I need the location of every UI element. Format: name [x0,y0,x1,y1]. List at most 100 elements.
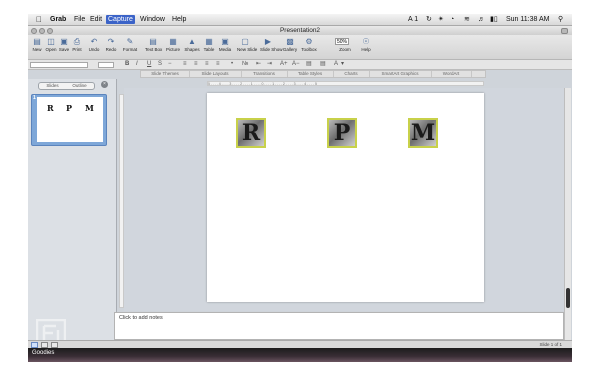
elements-gallery-tabs: Slide Themes Slide Layouts Transitions T… [140,70,486,78]
slide-image-letter-m[interactable]: M [408,118,438,148]
menu-app-grab[interactable]: Grab [48,15,68,24]
increase-indent-icon[interactable]: ⇥ [267,60,272,69]
dock-label[interactable]: Goodies [32,350,54,356]
decrease-indent-icon[interactable]: ⇤ [256,60,261,69]
picture-button[interactable]: ▦ Picture [165,36,181,58]
minimize-window-button[interactable] [39,27,45,34]
menu-edit[interactable]: Edit [88,15,104,24]
formatting-toolbar: B I U S − ≡ ≡ ≡ ≡ • № ⇤ ⇥ A+ A− ▤ ▤ A ▾ [28,60,572,70]
menu-file[interactable]: File [72,15,87,24]
slide-editing-area[interactable]: R P M [124,88,567,311]
slide-image-letter-p[interactable]: P [327,118,357,148]
table-button[interactable]: ▦ Table [201,36,217,58]
slide-show-icon: ▶ [264,37,272,46]
media-button[interactable]: ▣ Media [217,36,233,58]
close-window-button[interactable] [31,27,37,34]
underline-icon[interactable]: U [147,60,151,69]
tab-charts[interactable]: Charts [333,71,370,77]
scrollbar-knob[interactable] [566,288,570,308]
slide-canvas[interactable]: R P M [207,93,484,302]
print-button[interactable]: ⎙ Print [69,36,85,58]
tab-transitions[interactable]: Transitions [241,71,288,77]
slides-pane: Slides Outline × 1 R P M [28,79,117,349]
zoom-window-button[interactable] [47,27,53,34]
spotlight-search-icon[interactable]: ⚲ [558,15,563,24]
menu-clock[interactable]: Sun 11:38 AM [506,15,549,24]
pane-view-switch: Slides Outline [38,82,95,90]
slide-show-button[interactable]: ▶ Slide Show [260,36,283,58]
font-color-chevron-icon[interactable]: ▾ [341,60,344,69]
font-color-icon[interactable]: A [334,60,338,69]
time-machine-icon[interactable]: ◔ [450,15,454,24]
undo-icon: ↶ [90,37,98,46]
redo-button[interactable]: ↷ Redo [103,36,119,58]
zoom-field[interactable]: 50% [335,38,349,45]
keyboard-input-status[interactable]: A 1 [408,15,418,24]
letter-p-glyph: P [333,120,351,146]
align-left-icon[interactable]: ≡ [183,60,187,69]
horizontal-ruler[interactable]: 5 . . . . 4 . . . . 3 . . . . 2 . . . . … [207,81,484,86]
bold-icon[interactable]: B [125,60,129,69]
dock-strip: Goodies [28,348,572,362]
align-right-icon[interactable]: ≡ [205,60,209,69]
vertical-scrollbar[interactable] [564,88,571,342]
thumbnail-letter-r: R [47,103,54,113]
align-center-icon[interactable]: ≡ [194,60,198,69]
save-disk-icon: ▣ [60,37,68,46]
slide-thumbnail-number: 1 [33,95,36,101]
tab-slide-layouts[interactable]: Slide Layouts [189,71,242,77]
slide-image-letter-r[interactable]: R [236,118,266,148]
zoom-button[interactable]: Zoom [337,46,353,58]
font-size-field[interactable] [98,61,114,68]
bullets-icon[interactable]: • [231,60,233,69]
menu-window[interactable]: Window [138,15,167,24]
fill-icon[interactable]: ▤ [320,60,326,69]
redo-icon: ↷ [107,37,115,46]
notes-pane[interactable]: Click to add notes [114,312,564,340]
thumbnail-letter-p: P [66,103,73,113]
tab-wordart[interactable]: WordArt [431,71,472,77]
shrink-font-icon[interactable]: A− [292,60,300,69]
italic-icon[interactable]: I [136,60,138,69]
menu-help[interactable]: Help [170,15,188,24]
highlight-icon[interactable]: ▤ [306,60,312,69]
wifi-icon[interactable]: ≋ [464,15,470,24]
bluetooth-icon[interactable]: ✴ [438,15,444,24]
tab-smartart-graphics[interactable]: SmartArt Graphics [369,71,432,77]
menu-bar:  Grab File Edit Capture Window Help A 1… [28,14,572,26]
justify-icon[interactable]: ≡ [216,60,220,69]
letter-r-glyph: R [241,120,261,146]
thumbnail-letter-m: M [85,103,94,113]
slide-thumbnail[interactable]: R P M [37,97,103,142]
close-pane-icon[interactable]: × [101,81,108,88]
tab-slides[interactable]: Slides [39,83,66,89]
shapes-button[interactable]: ▲ Shapes [184,36,200,58]
text-box-button[interactable]: ▤ Text Box [145,36,162,58]
format-button[interactable]: ✎ Format [122,36,138,58]
text-box-icon: ▤ [149,37,157,46]
toolbar-toggle-button[interactable] [561,27,568,34]
battery-icon[interactable]: ▮▯ [490,15,498,24]
volume-icon[interactable]: ♬ [478,15,485,24]
notes-placeholder[interactable]: Click to add notes [119,315,163,321]
toolbox-icon: ⚙ [305,37,313,46]
tab-slide-themes[interactable]: Slide Themes [141,71,190,77]
undo-button[interactable]: ↶ Undo [86,36,102,58]
numbering-icon[interactable]: № [242,60,248,69]
menu-capture[interactable]: Capture [106,15,135,24]
gallery-icon: ▩ [286,37,294,46]
help-button[interactable]: ☉ Help [358,36,374,58]
apple-menu-icon[interactable]:  [34,15,44,24]
new-slide-button[interactable]: ▢ New Slide [237,36,257,58]
tab-outline[interactable]: Outline [66,83,93,89]
shadow-icon[interactable]: S [158,60,162,69]
ruler-marks: 5 . . . . 4 . . . . 3 . . . . 2 . . . . … [208,82,317,86]
gallery-button[interactable]: ▩ Gallery [282,36,298,58]
font-name-field[interactable] [30,61,88,68]
tab-table-styles[interactable]: Table Styles [287,71,334,77]
strikethrough-icon[interactable]: − [168,60,172,69]
toolbox-button[interactable]: ⚙ Toolbox [301,36,317,58]
window-title: Presentation2 [279,27,321,34]
grow-font-icon[interactable]: A+ [280,60,288,69]
sync-icon[interactable]: ↻ [426,15,432,24]
